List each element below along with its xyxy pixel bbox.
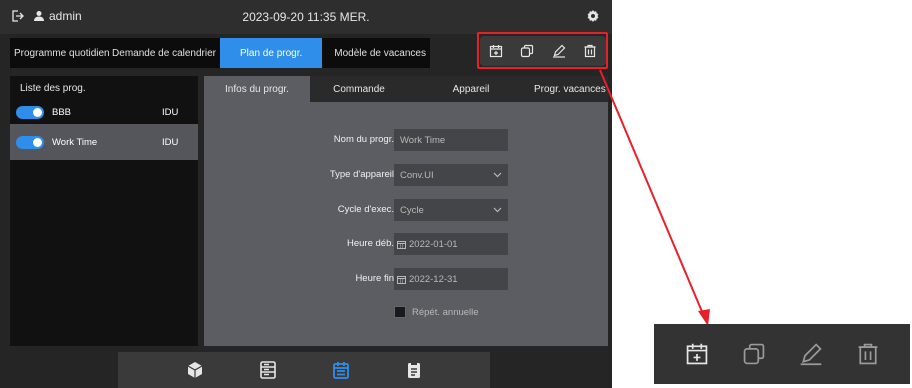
calendar-add-icon [685,342,709,366]
edit-icon [799,342,823,366]
delete-icon [856,342,880,366]
copy-icon [742,342,766,366]
toolbar-zoom-inset [654,324,910,384]
